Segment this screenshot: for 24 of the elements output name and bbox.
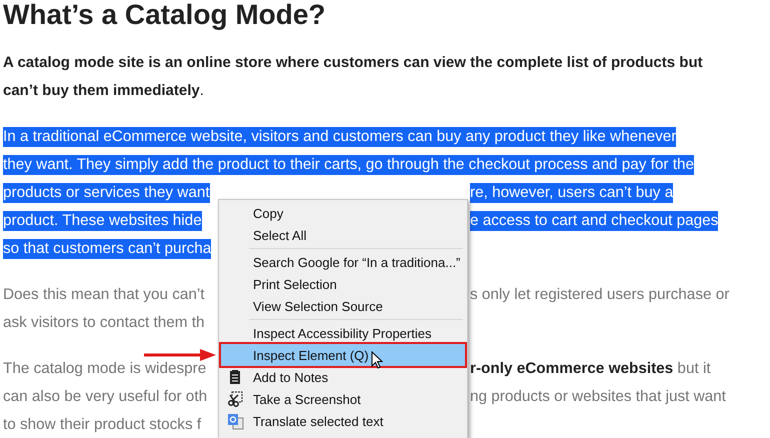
mouse-cursor-icon [371, 351, 383, 369]
menu-item[interactable]: Copy [221, 202, 465, 224]
menu-item[interactable]: Translate selected text [221, 410, 465, 432]
intro-paragraph: A catalog mode site is an online store where customers can view the complete list of products but can’t buy them immediately. [3, 53, 704, 101]
text-line: r-only eCommerce websites but it [470, 359, 711, 379]
menu-item[interactable]: Search Google for “In a traditiona...” [221, 251, 465, 273]
text-line: ask visitors to contact them th [3, 313, 204, 333]
pointer-arrow [144, 349, 216, 361]
menu-item[interactable]: View Selection Source [221, 295, 465, 317]
menu-item[interactable]: Inspect Accessibility Properties [221, 322, 465, 344]
menu-item[interactable]: Add to Notes [221, 366, 465, 388]
article-heading: What’s a Catalog Mode? [3, 0, 327, 32]
menu-item[interactable]: Print Selection [221, 273, 465, 295]
notes-icon [227, 369, 243, 385]
text-line: to show their product stocks f [3, 415, 202, 435]
menu-item[interactable]: Select All [221, 224, 465, 246]
scissors-icon [227, 391, 243, 407]
translate-icon [227, 413, 244, 430]
text-line: can also be very useful for oth [3, 387, 208, 407]
menu-item[interactable]: Take a Screenshot [221, 388, 465, 410]
text-line: Does this mean that you can’t [3, 285, 205, 305]
text-line: s only let registered users purchase or [470, 285, 730, 305]
text-line: The catalog mode is widespre [3, 359, 206, 379]
text-line: ng products or websites that just want [470, 387, 726, 407]
